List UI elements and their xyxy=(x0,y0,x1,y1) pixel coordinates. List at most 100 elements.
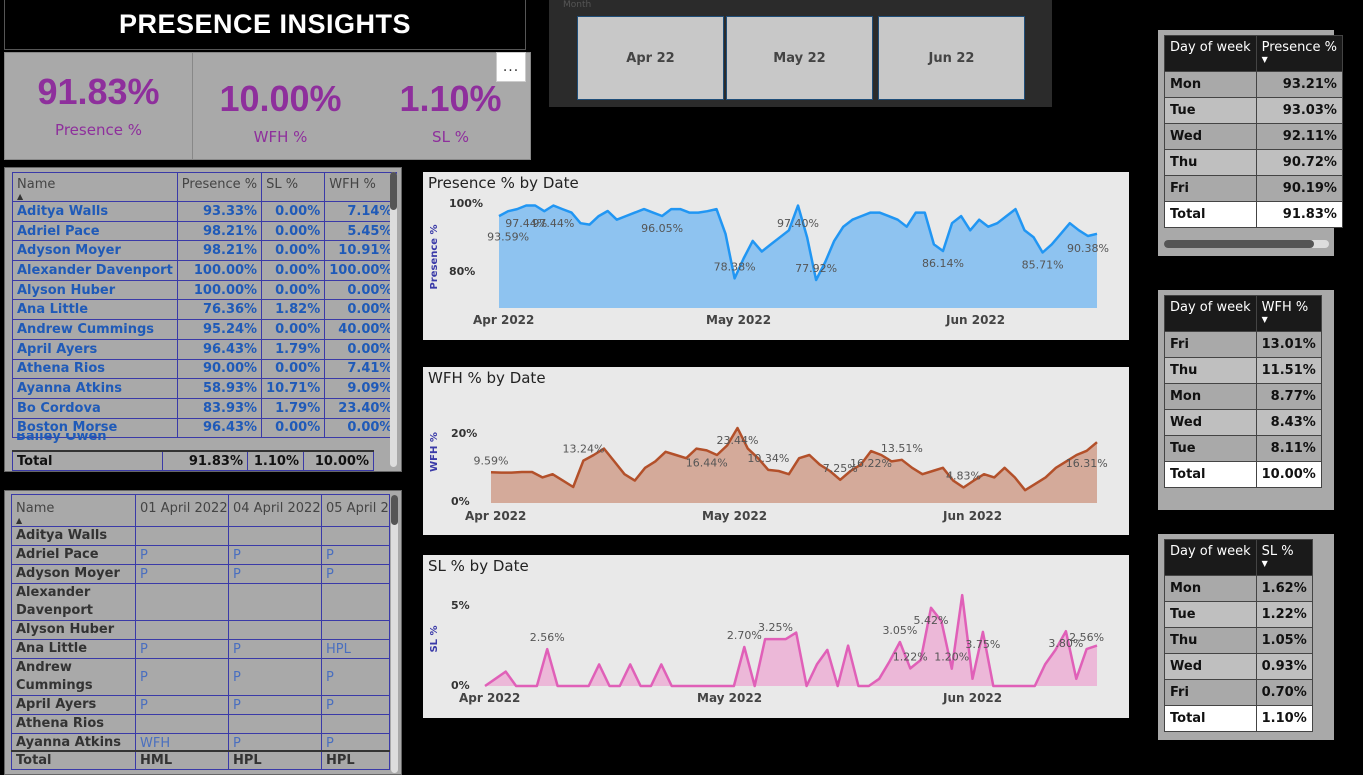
sl-value-col-header[interactable]: SL % ▼ xyxy=(1255,539,1313,576)
employee-name: Adyson Moyer xyxy=(12,240,178,262)
table-row[interactable]: Aditya Walls 93.33% 0.00% 7.14% xyxy=(12,201,398,222)
employee-metric: 1.82% xyxy=(261,299,326,321)
wfh-value-col-header[interactable]: WFH % ▼ xyxy=(1255,295,1322,332)
table-row[interactable]: Adyson Moyer P P P xyxy=(11,564,390,584)
day-name: Wed xyxy=(1164,409,1257,436)
attendance-status: P xyxy=(321,658,390,696)
data-label: 23.44% xyxy=(717,434,759,447)
day-row[interactable]: Wed 0.93% xyxy=(1164,653,1313,680)
day-row[interactable]: Thu 90.72% xyxy=(1164,149,1343,176)
employee-metric: 83.93% xyxy=(176,397,263,419)
presence-day-col-header[interactable]: Day of week xyxy=(1164,35,1257,72)
column-header-wfh[interactable]: WFH % xyxy=(324,172,398,202)
table-row[interactable]: Ana Little P P HPL xyxy=(11,639,390,659)
data-label: 1.20% xyxy=(934,651,969,664)
table-row[interactable]: Adriel Pace 98.21% 0.00% 5.45% xyxy=(12,220,398,242)
day-total-value: 10.00% xyxy=(1255,461,1322,488)
employee-metric: 93.33% xyxy=(176,201,263,222)
slicer-item-apr[interactable]: Apr 22 xyxy=(577,16,724,100)
employee-metric: 0.00% xyxy=(324,279,398,301)
day-row[interactable]: Fri 90.19% xyxy=(1164,175,1343,202)
attendance-scrollbar-thumb[interactable] xyxy=(391,495,398,525)
employee-metric: 23.40% xyxy=(324,397,398,419)
table-row[interactable]: April Ayers P P P xyxy=(11,695,390,715)
employee-metric: 0.00% xyxy=(261,220,326,242)
attendance-status: P xyxy=(135,695,229,715)
total-sl: 1.10% xyxy=(247,450,304,472)
att-column-header-date3[interactable]: 05 April 20 xyxy=(321,494,390,527)
wfh-chart: WFH % by Date 20% 0% Apr 2022 May 2022 Jun 2… xyxy=(423,367,1129,535)
y-tick-label: 0% xyxy=(451,495,470,508)
total-wfh: 10.00% xyxy=(303,450,374,472)
attendance-status: P xyxy=(228,639,322,659)
day-row[interactable]: Mon 1.62% xyxy=(1164,575,1313,602)
column-header-name[interactable]: Name ▲ xyxy=(12,172,178,202)
employee-metric: 96.43% xyxy=(176,338,263,360)
table-row[interactable]: Athena Rios xyxy=(11,714,390,734)
slicer-header: Month xyxy=(563,0,592,10)
att-column-header-date2[interactable]: 04 April 2022 xyxy=(228,494,322,527)
sl-by-day-panel: Day of week SL % ▼ Mon 1.62% Tue 1.22% Thu 1.0… xyxy=(1158,534,1334,740)
table-row[interactable]: Athena Rios 90.00% 0.00% 7.41% xyxy=(12,358,398,380)
table-row[interactable]: Alyson Huber 100.00% 0.00% 0.00% xyxy=(12,279,398,301)
att-column-header-name[interactable]: Name ▲ xyxy=(11,494,136,527)
data-label: 97.40% xyxy=(777,217,819,230)
day-row[interactable]: Tue 93.03% xyxy=(1164,97,1343,124)
attendance-name: Alyson Huber xyxy=(11,620,136,640)
table-row[interactable]: Adyson Moyer 98.21% 0.00% 10.91% xyxy=(12,240,398,262)
more-options-button[interactable]: ... xyxy=(496,52,526,82)
day-row[interactable]: Tue 1.22% xyxy=(1164,601,1313,628)
table-row[interactable]: Alyson Huber xyxy=(11,620,390,640)
table-row[interactable]: April Ayers 96.43% 1.79% 0.00% xyxy=(12,338,398,360)
day-row[interactable]: Wed 92.11% xyxy=(1164,123,1343,150)
table-row[interactable]: Aditya Walls xyxy=(11,526,390,546)
data-label: 97.44% xyxy=(532,217,574,230)
presence-day-hscroll[interactable] xyxy=(1164,240,1329,248)
employee-metric: 0.00% xyxy=(261,279,326,301)
presence-chart: Presence % by Date 100% 80% Apr 2022 May 20… xyxy=(423,172,1129,340)
day-total-row: Total 1.10% xyxy=(1164,705,1313,732)
day-total-value: 1.10% xyxy=(1255,705,1313,732)
day-row[interactable]: Mon 8.77% xyxy=(1164,383,1322,410)
slicer-item-may[interactable]: May 22 xyxy=(726,16,873,100)
table-row[interactable]: Bo Cordova 83.93% 1.79% 23.40% xyxy=(12,397,398,419)
slicer-item-jun[interactable]: Jun 22 xyxy=(878,16,1025,100)
table-row[interactable]: Andrew Cummings 95.24% 0.00% 40.00% xyxy=(12,319,398,340)
attendance-status xyxy=(135,583,229,621)
attendance-scrollbar[interactable] xyxy=(391,495,398,773)
table-row[interactable]: Alexander Davenport xyxy=(11,583,390,621)
table-row[interactable]: Adriel Pace P P P xyxy=(11,545,390,565)
data-label: 3.25% xyxy=(758,621,793,634)
sl-day-col-header[interactable]: Day of week xyxy=(1164,539,1257,576)
day-row[interactable]: Thu 11.51% xyxy=(1164,357,1322,384)
presence-value-col-header[interactable]: Presence % ▼ xyxy=(1255,35,1343,72)
table-row[interactable]: Alexander Davenport 100.00% 0.00% 100.00% xyxy=(12,260,398,281)
day-row[interactable]: Wed 8.43% xyxy=(1164,409,1322,436)
presence-day-hscroll-thumb[interactable] xyxy=(1164,240,1314,248)
day-row[interactable]: Tue 8.11% xyxy=(1164,435,1322,462)
table-row[interactable]: Andrew Cummings P P P xyxy=(11,658,390,696)
kpi-wfh: 10.00% WFH % xyxy=(193,53,368,159)
attendance-status: P xyxy=(135,658,229,696)
y-tick-label: 100% xyxy=(449,197,483,210)
column-header-sl[interactable]: SL % xyxy=(261,172,326,202)
data-label: 4.83% xyxy=(946,470,981,483)
day-row[interactable]: Mon 93.21% xyxy=(1164,71,1343,98)
day-row[interactable]: Thu 1.05% xyxy=(1164,627,1313,654)
table-row[interactable]: Ayanna Atkins 58.93% 10.71% 9.09% xyxy=(12,378,398,399)
day-row[interactable]: Fri 0.70% xyxy=(1164,679,1313,706)
table-row[interactable]: Ana Little 76.36% 1.82% 0.00% xyxy=(12,299,398,321)
scrollbar-thumb[interactable] xyxy=(390,172,397,210)
total-label: Total xyxy=(12,450,163,472)
employee-name: April Ayers xyxy=(12,338,178,360)
att-column-header-date1[interactable]: 01 April 2022 xyxy=(135,494,229,527)
wfh-day-col-header[interactable]: Day of week xyxy=(1164,295,1257,332)
day-row[interactable]: Fri 13.01% xyxy=(1164,331,1322,358)
day-total-row: Total 91.83% xyxy=(1164,201,1343,228)
employee-metric: 1.79% xyxy=(261,338,326,360)
employee-name: Alyson Huber xyxy=(12,279,178,301)
vertical-scrollbar[interactable] xyxy=(390,172,397,467)
kpi-sl-label: SL % xyxy=(432,128,469,146)
column-header-presence[interactable]: Presence % xyxy=(176,172,263,202)
day-name: Thu xyxy=(1164,627,1257,654)
